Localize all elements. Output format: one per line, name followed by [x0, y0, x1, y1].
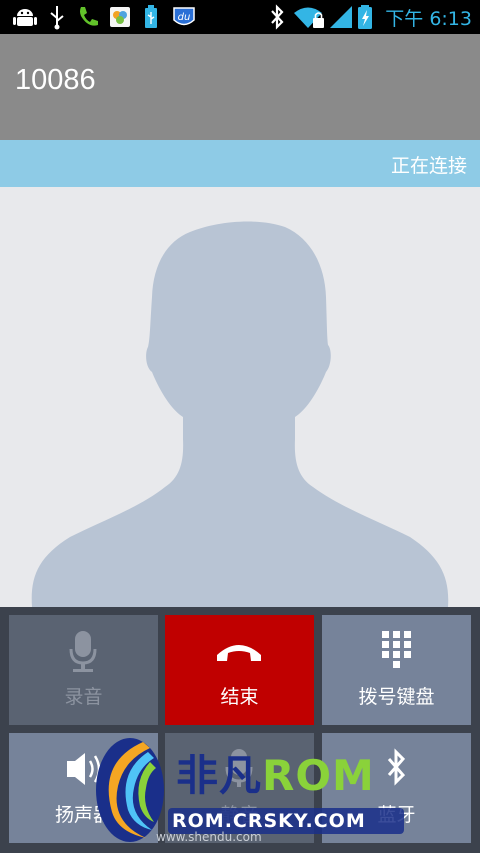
call-icon [80, 7, 98, 26]
record-button[interactable]: 录音 [9, 615, 158, 725]
call-state-label: 正在连接 [390, 155, 467, 177]
battery-charging-icon [358, 5, 372, 29]
call-state-bar: 正在连接 [0, 140, 480, 187]
bluetooth-icon [271, 4, 284, 30]
dialpad-icon [382, 631, 411, 668]
caller-number: 10086 [15, 64, 96, 96]
dialpad-label: 拨号键盘 [358, 686, 435, 708]
end-call-button[interactable]: 结束 [165, 615, 314, 725]
crsky-watermark: 非凡ROM ROM.CRSKY.COM www.shendu.com [88, 722, 408, 853]
android-icon [13, 9, 37, 26]
end-call-label: 结束 [220, 686, 259, 708]
usb-storage-icon [145, 5, 157, 28]
caller-header: 10086 [0, 34, 480, 140]
status-bar: du 下午 6:13 [0, 0, 480, 34]
watermark-title: 非凡ROM [176, 742, 375, 803]
dialpad-button[interactable]: 拨号键盘 [322, 615, 471, 725]
svg-text:du: du [178, 12, 191, 23]
microphone-icon [69, 631, 97, 672]
baidu-du-icon: du [173, 7, 195, 26]
watermark-title-cn: 非凡 [176, 751, 263, 800]
usb-icon [50, 6, 64, 30]
wifi-icon [294, 7, 324, 28]
person-silhouette-icon [31, 221, 449, 607]
hang-up-icon [217, 645, 261, 661]
contact-photo [0, 187, 480, 607]
record-label: 录音 [64, 686, 103, 708]
watermark-url: ROM.CRSKY.COM [172, 810, 366, 832]
photos-icon [110, 7, 130, 27]
watermark-title-rom: ROM [262, 751, 375, 800]
signal-icon [330, 6, 352, 28]
watermark-small-url: www.shendu.com [156, 830, 262, 844]
status-time: 下午 6:13 [385, 8, 472, 30]
